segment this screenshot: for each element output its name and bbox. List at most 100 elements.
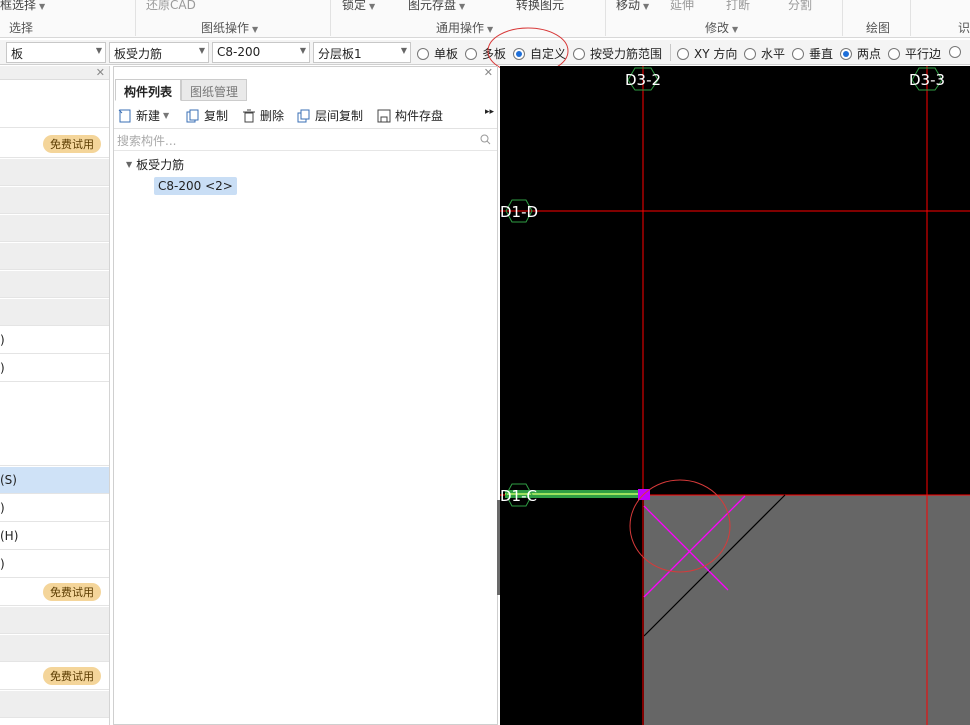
radio-xy-direction[interactable]: XY 方向 bbox=[677, 45, 737, 62]
radio-circle-icon bbox=[465, 47, 477, 60]
radio-circle-icon bbox=[677, 47, 689, 60]
list-item-label: (S) bbox=[0, 473, 17, 487]
list-item[interactable] bbox=[0, 439, 109, 466]
copy-icon bbox=[186, 109, 199, 122]
copy-between-floors-button[interactable]: 层间复制 bbox=[297, 107, 363, 124]
radio-circle-icon bbox=[792, 47, 804, 60]
left-panel: ✕ 免费试用 ) ) (S) ) (H) ) 免费试用 免费试用 bbox=[0, 66, 110, 725]
ribbon-divider bbox=[910, 0, 911, 36]
list-item[interactable]: 免费试用 bbox=[0, 131, 109, 158]
list-item[interactable] bbox=[0, 243, 109, 270]
tree-node-c8-200[interactable]: C8-200 <2> bbox=[154, 177, 237, 195]
list-item[interactable] bbox=[0, 411, 109, 438]
drawing-canvas[interactable]: D3-2 D3-3 D1-D D1-C bbox=[500, 66, 970, 725]
axis-label-d3-2: D3-2 bbox=[625, 71, 661, 89]
property-bar: 板 ▼ 板受力筋 ▼ C8-200 ▼ 分层板1 ▼ 单板 多板 自定义 按受力筋范围 … bbox=[0, 40, 970, 65]
break-button[interactable]: 打断 bbox=[726, 0, 750, 13]
radio-circle-icon bbox=[417, 47, 429, 60]
element-name-select[interactable]: C8-200 ▼ bbox=[212, 42, 310, 63]
delete-button[interactable]: 删除 bbox=[242, 107, 284, 124]
group-label-common-ops[interactable]: 通用操作 ▼ bbox=[436, 19, 493, 36]
radio-horizontal[interactable]: 水平 bbox=[744, 45, 785, 62]
list-item[interactable] bbox=[0, 103, 109, 128]
list-item[interactable] bbox=[0, 383, 109, 410]
radio-circle-icon bbox=[888, 47, 900, 60]
tab-component-list[interactable]: 构件列表 bbox=[115, 79, 182, 101]
layer-select[interactable]: 分层板1 ▼ bbox=[313, 42, 411, 63]
split-button[interactable]: 分割 bbox=[788, 0, 812, 13]
group-label-drawing-ops[interactable]: 图纸操作 ▼ bbox=[201, 19, 258, 36]
list-item[interactable]: (H) bbox=[0, 523, 109, 550]
list-item[interactable] bbox=[0, 271, 109, 298]
radio-single-slab[interactable]: 单板 bbox=[417, 45, 458, 62]
list-item[interactable]: 免费试用 bbox=[0, 579, 109, 606]
search-icon bbox=[480, 134, 491, 145]
list-item[interactable] bbox=[0, 159, 109, 186]
slab-area[interactable] bbox=[644, 495, 970, 725]
divider bbox=[670, 44, 671, 61]
free-trial-badge[interactable]: 免费试用 bbox=[43, 667, 101, 685]
lock-button[interactable]: 锁定 ▼ bbox=[342, 0, 375, 13]
radio-circle-icon[interactable] bbox=[949, 46, 961, 58]
free-trial-badge[interactable]: 免费试用 bbox=[43, 583, 101, 601]
list-item[interactable] bbox=[0, 299, 109, 326]
group-label-select: 选择 bbox=[9, 21, 34, 35]
list-item[interactable] bbox=[0, 635, 109, 662]
panel-tabs: 构件列表 图纸管理 bbox=[115, 79, 248, 101]
component-toolbar: 新建 ▼ 复制 删除 层间复制 构件存盘 ▸▸ bbox=[114, 103, 497, 129]
ribbon: 框选择 ▼ 还原CAD 锁定 ▼ 图元存盘 ▼ 转换图元 移动 ▼ 延伸 打断 分割 选… bbox=[0, 0, 970, 38]
group-label-draw: 绘图 bbox=[866, 21, 891, 35]
component-panel: ✕ 构件列表 图纸管理 新建 ▼ 复制 删除 层间复制 构件存盘 ▸▸ 搜索构件.… bbox=[113, 66, 498, 725]
radio-circle-icon bbox=[744, 47, 756, 60]
radio-vertical[interactable]: 垂直 bbox=[792, 45, 833, 62]
floor-type-select[interactable]: 板 ▼ bbox=[6, 42, 106, 63]
axis-label-d3-3: D3-3 bbox=[909, 71, 945, 89]
tree-node-slab-rebar[interactable]: ▼ 板受力筋 bbox=[126, 156, 184, 173]
radio-checked-icon bbox=[840, 47, 852, 60]
list-item[interactable]: ) bbox=[0, 495, 109, 522]
radio-circle-icon bbox=[573, 47, 585, 60]
list-item[interactable] bbox=[0, 607, 109, 634]
element-type-select[interactable]: 板受力筋 ▼ bbox=[109, 42, 209, 63]
list-item[interactable] bbox=[0, 215, 109, 242]
free-trial-badge[interactable]: 免费试用 bbox=[43, 135, 101, 153]
save-component-button[interactable]: 构件存盘 bbox=[377, 107, 443, 124]
list-item[interactable]: 免费试用 bbox=[0, 663, 109, 690]
list-item-label: ) bbox=[0, 333, 5, 347]
list-item[interactable] bbox=[0, 187, 109, 214]
new-button[interactable]: 新建 ▼ bbox=[118, 107, 169, 124]
drawing-svg: D3-2 D3-3 D1-D D1-C bbox=[500, 66, 970, 725]
tab-drawing-management[interactable]: 图纸管理 bbox=[181, 79, 248, 101]
restore-cad-button[interactable]: 还原CAD bbox=[146, 0, 196, 13]
list-item[interactable]: ) bbox=[0, 327, 109, 354]
panel-header: ✕ bbox=[0, 66, 109, 80]
axis-label-d1-c: D1-C bbox=[500, 487, 537, 505]
list-item[interactable]: ) bbox=[0, 551, 109, 578]
close-icon[interactable]: ✕ bbox=[96, 66, 105, 79]
extend-button[interactable]: 延伸 bbox=[670, 0, 694, 13]
list-item-label: (H) bbox=[0, 529, 19, 543]
component-search-input[interactable]: 搜索构件... bbox=[114, 129, 497, 151]
overflow-icon[interactable]: ▸▸ bbox=[485, 107, 494, 117]
chevron-down-icon: ▼ bbox=[299, 46, 306, 55]
copy-button[interactable]: 复制 bbox=[186, 107, 228, 124]
layer-copy-icon bbox=[297, 109, 310, 122]
chevron-down-icon: ▼ bbox=[95, 46, 102, 55]
ribbon-divider bbox=[605, 0, 606, 36]
convert-element-button[interactable]: 转换图元 bbox=[516, 0, 564, 13]
list-item-label: ) bbox=[0, 361, 5, 375]
group-label-modify[interactable]: 修改 ▼ bbox=[705, 19, 738, 36]
element-save-button[interactable]: 图元存盘 ▼ bbox=[408, 0, 465, 13]
save-icon bbox=[377, 109, 391, 122]
tree-node-label: 板受力筋 bbox=[136, 158, 185, 172]
radio-parallel-edge[interactable]: 平行边 bbox=[888, 45, 941, 62]
close-icon[interactable]: ✕ bbox=[484, 66, 493, 79]
collapse-caret-icon[interactable]: ▼ bbox=[126, 160, 132, 169]
list-item[interactable] bbox=[0, 691, 109, 718]
radio-by-rebar-range[interactable]: 按受力筋范围 bbox=[573, 45, 662, 62]
list-item-selected[interactable]: (S) bbox=[0, 467, 109, 494]
frame-select-button[interactable]: 框选择 ▼ bbox=[0, 0, 45, 13]
radio-two-points[interactable]: 两点 bbox=[840, 45, 881, 62]
move-button[interactable]: 移动 ▼ bbox=[616, 0, 649, 13]
list-item[interactable]: ) bbox=[0, 355, 109, 382]
